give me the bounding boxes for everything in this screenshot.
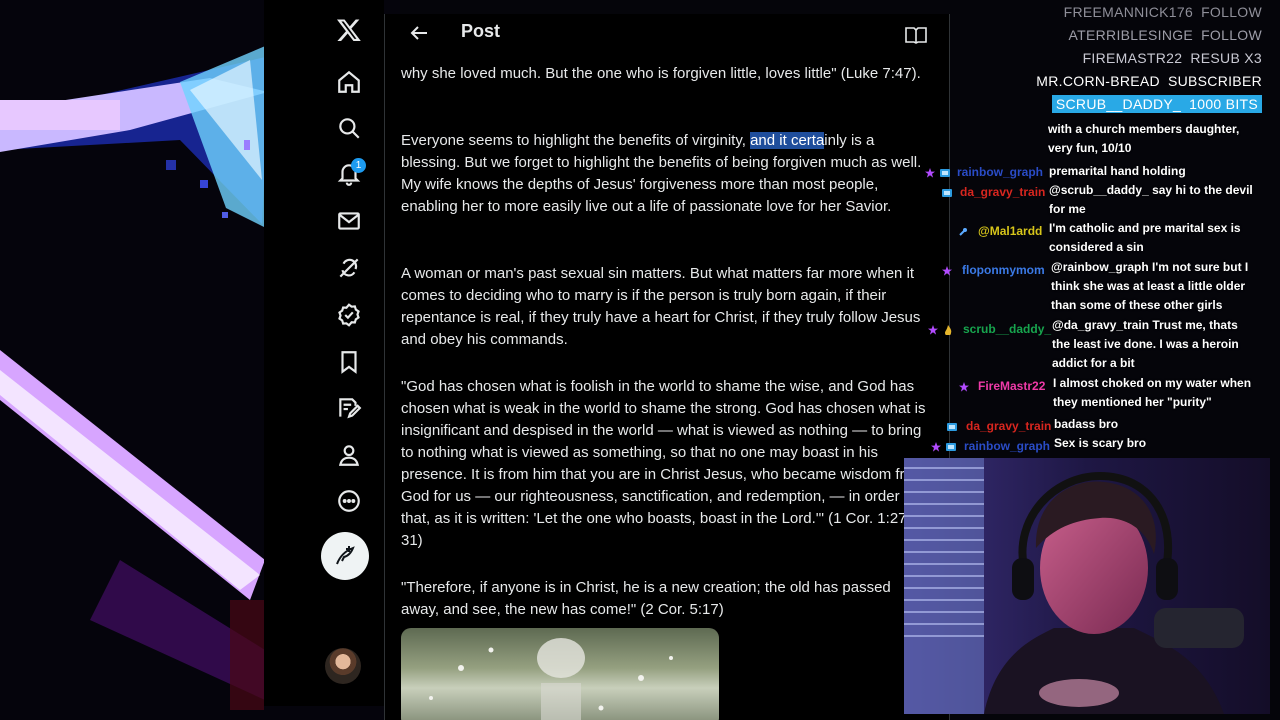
chat-username[interactable]: rainbow_graph [964,439,1050,453]
chat-username[interactable]: @Mal1ardd [978,224,1042,238]
post-image-art [429,638,673,720]
chat-username[interactable]: scrub__daddy_ [963,322,1051,336]
alert-row: ATERRIBLESINGE FOLLOW [1002,27,1262,50]
post-column: Post why she loved much. But the one who… [384,14,950,720]
flame-badge-icon [945,325,952,335]
alert-action: FOLLOW [1201,27,1262,43]
stream-alert-feed: FREEMANNICK176 FOLLOW ATERRIBLESINGE FOLLO… [1002,4,1262,119]
more-icon[interactable] [329,481,369,521]
sub-badge-icon [947,423,957,431]
chat-username[interactable]: rainbow_graph [957,165,1043,179]
star-badge-icon [925,168,935,178]
star-badge-icon [959,382,969,392]
verified-icon[interactable] [329,295,369,335]
home-icon[interactable] [329,62,369,102]
x-sidebar: 1 [264,0,384,706]
bell-icon[interactable]: 1 [329,154,369,194]
alert-user: FIREMASTR22 [1082,50,1183,66]
star-badge-icon [942,266,952,276]
alert-user: SCRUB__DADDY_ [1055,96,1182,112]
sub-badge-icon [946,443,956,451]
alert-row: SCRUB__DADDY_ 1000 BITS [1002,95,1262,119]
chat-message: with a church members daughter, very fun… [1048,122,1240,155]
chat-username[interactable]: da_gravy_train [966,419,1051,433]
alert-row: FREEMANNICK176 FOLLOW [1002,4,1262,27]
alert-action: 1000 BITS [1189,96,1258,112]
alert-action: RESUB X3 [1190,50,1262,66]
post-paragraph-3: "God has chosen what is foolish in the w… [401,378,926,549]
star-badge-icon [928,325,938,335]
star-badge-icon [931,442,941,452]
chat-message: premarital hand holding [1049,164,1186,178]
person-icon[interactable] [329,435,369,475]
bookmark-icon[interactable] [329,342,369,382]
post-paragraph-2: A woman or man's past sexual sin matters… [401,265,921,348]
wrench-badge-icon [959,228,967,236]
chat-message: @rainbow_graph I'm not sure but I think … [1051,260,1249,312]
mail-icon[interactable] [329,201,369,241]
sub-badge-icon [940,169,950,177]
alert-user: ATERRIBLESINGE [1068,27,1194,43]
post-paragraph-1: Everyone seems to highlight the benefits… [401,130,931,218]
slash-icon[interactable] [329,248,369,288]
alert-user: FREEMANNICK176 [1063,4,1194,20]
chat-message: I almost choked on my water when they me… [1053,376,1252,409]
chat-message: @da_gravy_train Trust me, thats the leas… [1052,318,1239,370]
x-logo-icon[interactable] [329,10,369,50]
notification-badge: 1 [351,158,366,173]
alert-user: MR.CORN-BREAD [1036,73,1160,89]
compose-icon [336,546,355,565]
alert-row: FIREMASTR22 RESUB X3 [1002,50,1262,73]
post-text-segment: Everyone seems to highlight the benefits… [401,132,751,149]
alert-row: MR.CORN-BREAD SUBSCRIBER [1002,73,1262,96]
chat-username[interactable]: da_gravy_train [960,185,1045,199]
post-image[interactable] [401,628,719,720]
streamer-webcam-image [904,458,1270,714]
chat-message: I'm catholic and pre marital sex is cons… [1049,221,1241,254]
stream-chat: with a church members daughter, very fun… [922,120,1262,460]
sub-badge-icon [942,189,952,197]
alert-highlight: SCRUB__DADDY_ 1000 BITS [1051,95,1262,113]
back-arrow-icon[interactable] [407,21,431,45]
chat-username[interactable]: FireMastr22 [978,379,1045,393]
edit-icon[interactable] [329,388,369,428]
reader-mode-icon[interactable] [905,26,927,44]
compose-button[interactable] [321,532,369,580]
webcam-feed [904,458,1270,714]
search-icon[interactable] [329,108,369,148]
post-header: Post [385,14,949,54]
post-paragraph-4: "Therefore, if anyone is in Christ, he i… [401,579,891,618]
page-title: Post [461,21,501,41]
avatar[interactable] [325,648,361,684]
chat-message: badass bro [1054,417,1119,431]
selected-text[interactable]: and it certa [750,132,825,149]
chat-username[interactable]: floponmymom [962,263,1045,277]
alert-action: SUBSCRIBER [1167,73,1262,89]
chat-message: @scrub__daddy_ say hi to the devil for m… [1049,183,1253,216]
post-paragraph-0: why she loved much. But the one who is f… [401,65,921,82]
chat-message: Sex is scary bro [1054,436,1147,450]
alert-action: FOLLOW [1201,4,1262,20]
